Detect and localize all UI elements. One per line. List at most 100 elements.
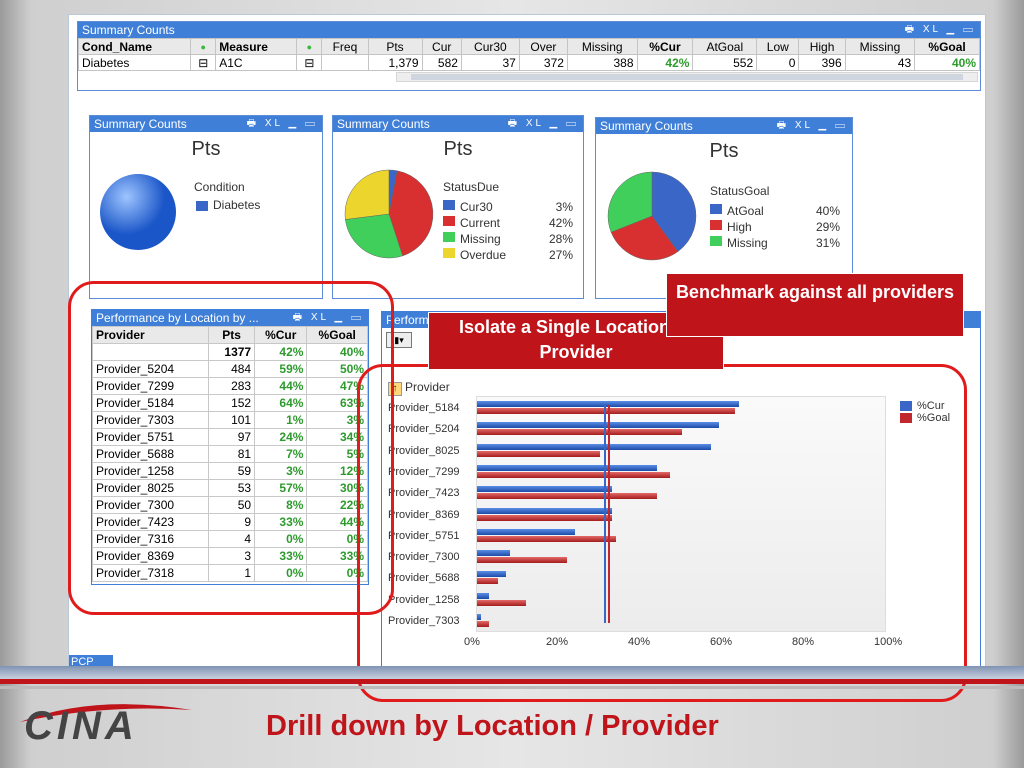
panel-title: Summary Counts (94, 117, 187, 131)
table-cell: 388 (566, 54, 638, 71)
panel-controls[interactable]: 🖶 XL ▁ ▭ (247, 116, 318, 132)
legend-value: 3% (555, 200, 573, 214)
legend-value: 42% (548, 216, 573, 230)
legend-value: 40% (815, 204, 840, 218)
legend-item[interactable]: AtGoal 40% (710, 204, 840, 220)
legend-value: 31% (815, 236, 840, 250)
table-cell: Diabetes (77, 54, 192, 71)
summary-panel-statusdue: Summary Counts 🖶 XL ▁ ▭ Pts StatusDue Cur3… (332, 115, 584, 299)
footer-red-line (0, 679, 1024, 684)
footer-band (0, 666, 1024, 679)
table-cell: 37 (460, 54, 520, 71)
panel-title: Summary Counts (337, 117, 430, 131)
panel-controls[interactable]: 🖶 XL ▁ ▭ (508, 116, 579, 132)
highlight-ring-table (68, 281, 394, 615)
legend-label: Missing (460, 232, 501, 246)
legend-item[interactable]: Overdue 27% (443, 248, 573, 264)
sort-dot-icon[interactable]: ● (296, 38, 323, 55)
scroll-thumb[interactable] (411, 74, 963, 80)
horizontal-scrollbar[interactable] (396, 72, 978, 82)
legend-title: StatusGoal (710, 184, 770, 198)
legend-label: Overdue (460, 248, 507, 262)
legend-value: 27% (548, 248, 573, 262)
top-summary-panel: Summary Counts 🖶 XL ▁ ▭ Cond_Name ● Measure… (77, 21, 981, 91)
sort-dot-icon[interactable]: ● (190, 38, 217, 55)
panel-title: Summary Counts (82, 23, 175, 37)
legend-label: Diabetes (213, 198, 261, 212)
legend-item[interactable]: Cur30 3% (443, 200, 573, 216)
footer-caption: Drill down by Location / Provider (266, 710, 719, 742)
legend-title: StatusDue (443, 180, 500, 194)
legend-item[interactable]: Missing 28% (443, 232, 573, 248)
column-header[interactable]: Low (756, 38, 800, 55)
summary-panel-statusgoal: Summary Counts 🖶 XL ▁ ▭ Pts StatusGoal AtG… (595, 117, 853, 299)
expand-icon[interactable]: ⊟ (296, 54, 323, 71)
table-cell: A1C (215, 54, 298, 71)
column-header[interactable]: Cur30 (460, 38, 520, 55)
pie-slice-diabetes[interactable] (100, 174, 176, 250)
column-header[interactable]: Over (518, 38, 568, 55)
legend-item[interactable]: Current 42% (443, 216, 573, 232)
legend-swatch (710, 220, 722, 230)
column-header[interactable]: Pts (367, 38, 423, 55)
column-header[interactable]: Missing (844, 38, 916, 55)
highlight-ring-chart (357, 364, 967, 702)
legend-swatch (443, 200, 455, 210)
column-header[interactable]: %Goal (914, 38, 980, 55)
statusgoal-pie[interactable] (604, 168, 700, 264)
panel-big-label: Pts (191, 138, 221, 160)
callout-benchmark: Benchmark against all providers (666, 273, 964, 337)
legend-label: AtGoal (727, 204, 764, 218)
summary-panel-condition: Summary Counts 🖶 XL ▁ ▭ Pts Condition Diab… (89, 115, 323, 299)
legend-label: Missing (727, 236, 768, 250)
summary-table: Cond_Name ● Measure ● Freq Pts Cur Cur30 Over Mis… (77, 38, 980, 71)
table-cell: 43 (844, 54, 916, 71)
table-cell: 582 (421, 54, 462, 71)
panel-big-label: Pts (709, 140, 739, 162)
table-cell: 1,379 (367, 54, 423, 71)
cina-logo: CINA (14, 700, 220, 748)
panel-title-bar[interactable]: Summary Counts 🖶 XL ▁ ▭ (90, 116, 322, 132)
table-cell: 40% (914, 54, 980, 71)
legend-label: High (727, 220, 752, 234)
legend-label: Cur30 (460, 200, 493, 214)
column-header[interactable]: Cond_Name (77, 38, 192, 55)
column-header[interactable]: Cur (421, 38, 462, 55)
legend-swatch (710, 204, 722, 214)
legend-swatch (196, 200, 208, 211)
footer-gray-line (0, 686, 1024, 689)
logo-text: CINA (24, 704, 138, 748)
panel-title-bar[interactable]: Summary Counts 🖶 XL ▁ ▭ (333, 116, 583, 132)
column-header[interactable]: AtGoal (692, 38, 758, 55)
statusdue-pie[interactable] (341, 166, 437, 262)
legend-item[interactable]: Missing 31% (710, 236, 840, 252)
column-header[interactable]: %Cur (636, 38, 694, 55)
legend-swatch (443, 248, 455, 258)
panel-big-label: Pts (443, 138, 473, 160)
statusgoal-legend: StatusGoal AtGoal 40% High 29% Missing 31% (710, 184, 840, 252)
table-cell (321, 54, 369, 71)
table-row: Diabetes ⊟ A1C ⊟ 1,379 582 37 372 388 42% 552 0 396 4… (77, 54, 980, 71)
expand-icon[interactable]: ⊟ (190, 54, 217, 71)
legend-value: 28% (548, 232, 573, 246)
column-header[interactable]: Missing (566, 38, 638, 55)
panel-controls[interactable]: 🖶 XL ▁ ▭ (905, 22, 976, 38)
legend-swatch (443, 216, 455, 226)
table-cell: 552 (692, 54, 758, 71)
legend-item[interactable]: High 29% (710, 220, 840, 236)
panel-title-bar[interactable]: Summary Counts 🖶 XL ▁ ▭ (596, 118, 852, 134)
top-panel-title-bar[interactable]: Summary Counts 🖶 XL ▁ ▭ (78, 22, 980, 38)
table-cell: 372 (518, 54, 568, 71)
legend-value: 29% (815, 220, 840, 234)
panel-controls[interactable]: 🖶 XL ▁ ▭ (777, 118, 848, 134)
column-header[interactable]: Freq (321, 38, 369, 55)
legend-swatch (443, 232, 455, 242)
header-row: Cond_Name ● Measure ● Freq Pts Cur Cur30 Over Mis… (77, 38, 980, 55)
table-cell: 0 (756, 54, 800, 71)
condition-legend: Condition Diabetes (194, 180, 260, 212)
column-header[interactable]: Measure (215, 38, 298, 55)
column-header[interactable]: High (798, 38, 846, 55)
condition-pie[interactable] (98, 172, 178, 252)
legend-title: Condition (194, 180, 245, 194)
pie-slice[interactable] (344, 169, 390, 220)
